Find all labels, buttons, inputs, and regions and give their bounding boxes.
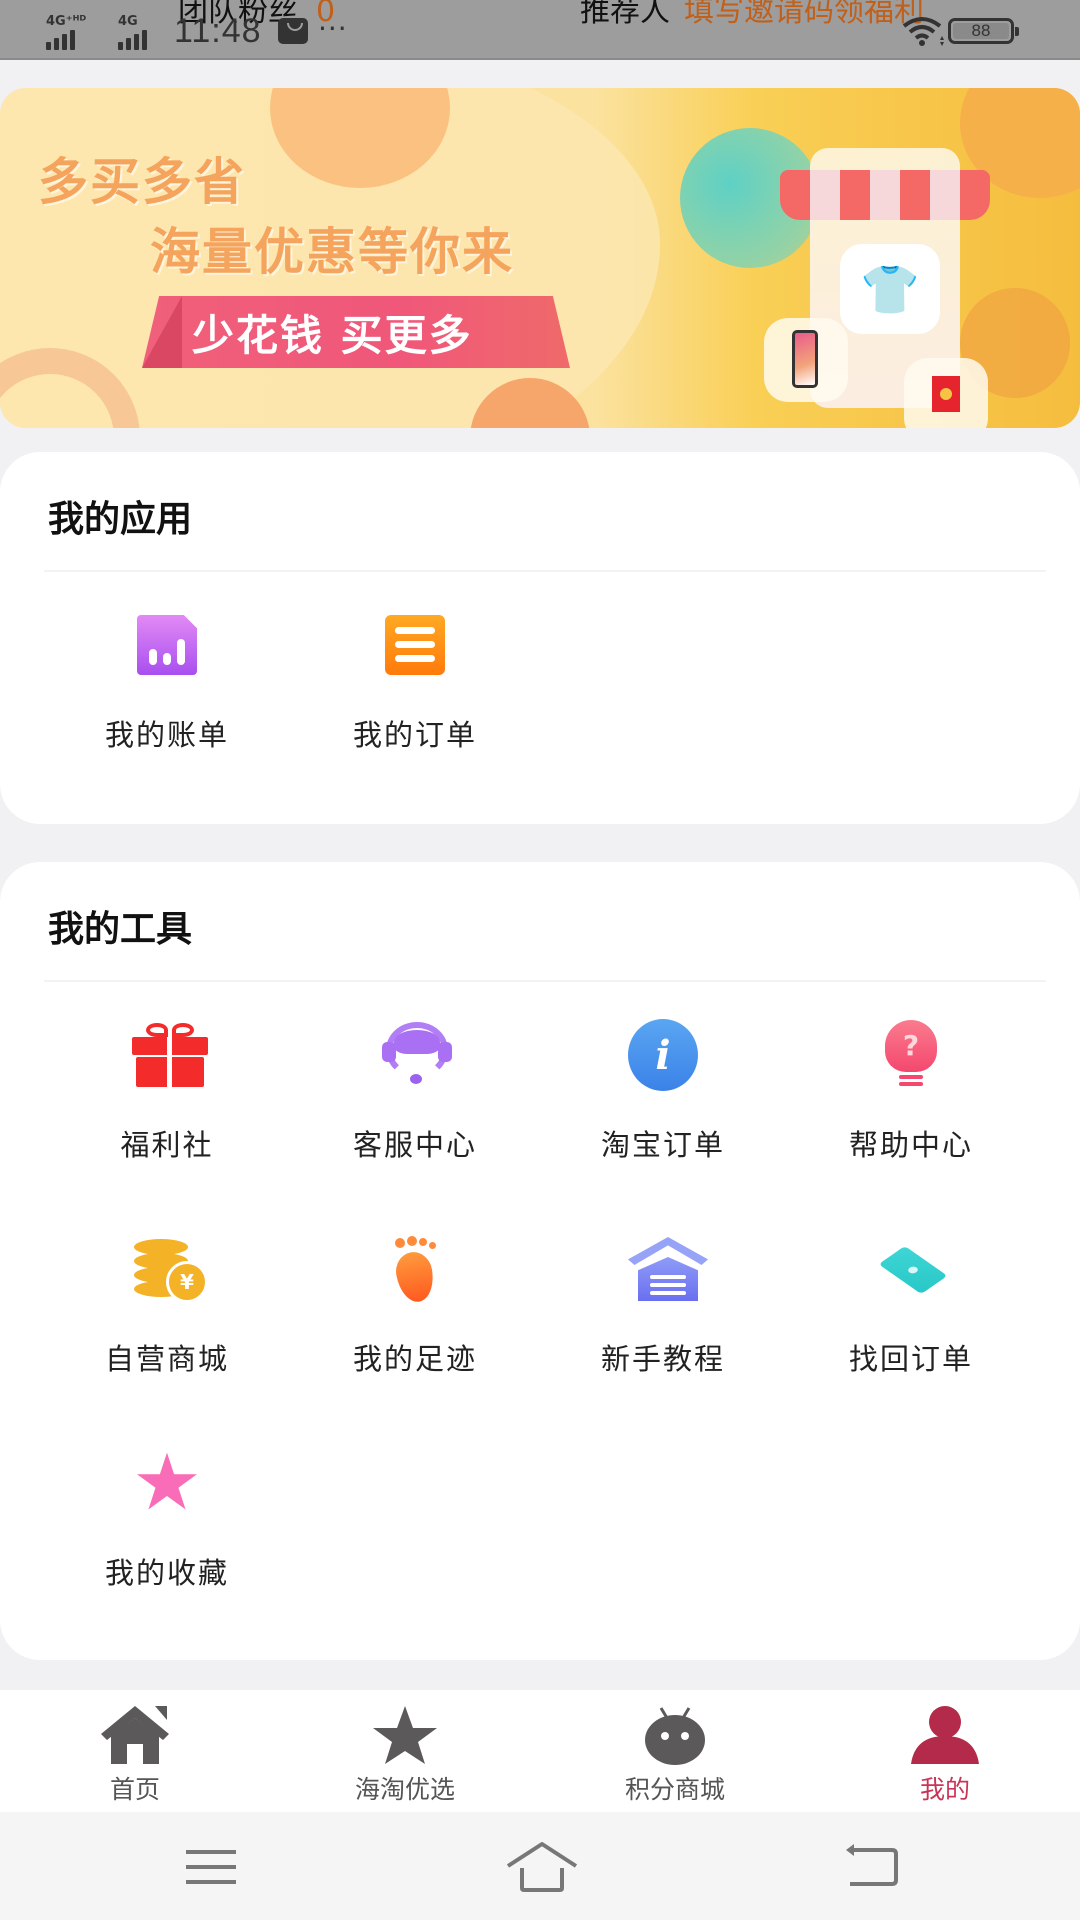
app-item-my-orders[interactable]: 我的订单 xyxy=(290,610,540,770)
section-title: 我的应用 xyxy=(48,499,193,540)
invite-code-link[interactable]: 填写邀请码领福利 xyxy=(684,0,924,29)
tool-item-label: 帮助中心 xyxy=(848,1128,973,1162)
app-item-my-bill[interactable]: 我的账单 xyxy=(42,610,292,770)
signal1-label: 4G⁺ᴴᴰ xyxy=(46,14,87,29)
tool-item-footprint[interactable]: 我的足迹 xyxy=(290,1234,540,1394)
order-list-icon xyxy=(380,610,450,680)
battery-icon: 88 xyxy=(948,18,1019,44)
bottom-tab-bar: 首页 海淘优选 积分商城 我的 xyxy=(0,1690,1080,1812)
signal2-label: 4G xyxy=(118,14,138,29)
phone-icon xyxy=(764,318,848,402)
compass-icon xyxy=(876,1234,948,1304)
tool-item-label: 淘宝订单 xyxy=(600,1128,725,1162)
tool-item-favorites[interactable]: ★ 我的收藏 xyxy=(42,1438,292,1608)
app-item-label: 我的订单 xyxy=(352,718,477,752)
tab-mine[interactable]: 我的 xyxy=(810,1690,1080,1812)
red-envelope-icon xyxy=(904,358,988,428)
tool-item-label: 自营商城 xyxy=(104,1342,229,1376)
tool-item-label: 新手教程 xyxy=(600,1342,725,1376)
coins-yen-icon: ¥ xyxy=(132,1234,208,1304)
back-icon[interactable] xyxy=(832,1840,912,1894)
banner-headline: 多买多省 xyxy=(38,153,246,211)
clock: 11:48 xyxy=(174,12,262,50)
promo-banner[interactable]: 多买多省 海量优惠等你来 少花钱 买更多 👕 xyxy=(0,88,1080,428)
gift-icon xyxy=(132,1020,208,1090)
tool-item-label: 我的足迹 xyxy=(352,1342,477,1376)
tool-item-label: 我的收藏 xyxy=(104,1556,229,1590)
more-notifications-icon: ··· xyxy=(318,12,348,45)
bill-chart-icon xyxy=(132,610,202,680)
my-apps-card: 我的应用 我的账单 我的订单 xyxy=(0,452,1080,824)
tab-label: 海淘优选 xyxy=(354,1775,455,1804)
divider xyxy=(44,570,1046,572)
tool-item-self-mall[interactable]: ¥ 自营商城 xyxy=(42,1234,292,1394)
shirt-icon: 👕 xyxy=(840,244,940,334)
tool-item-tutorial[interactable]: 新手教程 xyxy=(538,1234,788,1394)
battery-level: 88 xyxy=(971,21,991,40)
help-bulb-icon: ? xyxy=(876,1020,946,1090)
banner-subheadline: 海量优惠等你来 xyxy=(150,223,514,281)
section-title: 我的工具 xyxy=(48,909,193,950)
tool-item-recover-order[interactable]: 找回订单 xyxy=(786,1234,1036,1394)
tool-item-label: 客服中心 xyxy=(352,1128,477,1162)
headset-icon xyxy=(380,1020,452,1090)
tool-item-label: 找回订单 xyxy=(848,1342,973,1376)
star-icon xyxy=(373,1706,437,1764)
tool-item-customer-service[interactable]: 客服中心 xyxy=(290,1020,540,1180)
home-outline-icon[interactable] xyxy=(502,1840,582,1894)
tool-item-help-center[interactable]: ? 帮助中心 xyxy=(786,1020,1036,1180)
tool-item-taobao-orders[interactable]: i 淘宝订单 xyxy=(538,1019,788,1180)
wifi-icon xyxy=(902,17,944,46)
app-item-label: 我的账单 xyxy=(104,718,229,752)
house-icon xyxy=(628,1234,708,1304)
tool-item-label: 福利社 xyxy=(120,1128,214,1162)
home-icon xyxy=(101,1706,169,1764)
star-icon: ★ xyxy=(132,1438,202,1528)
info-icon: i xyxy=(628,1019,698,1091)
system-nav-bar xyxy=(0,1812,1080,1920)
awning-icon xyxy=(780,170,990,220)
android-icon xyxy=(645,1707,705,1765)
divider xyxy=(44,980,1046,982)
storefront-illustration: 👕 xyxy=(764,148,1020,428)
status-bar: 团队粉丝 0 推荐人 填写邀请码领福利 4G⁺ᴴᴰ 4G 11:48 ··· 88 xyxy=(0,0,1080,60)
tab-points-mall[interactable]: 积分商城 xyxy=(540,1690,810,1812)
banner-ribbon-text: 少花钱 买更多 xyxy=(192,311,473,360)
menu-icon[interactable] xyxy=(172,1840,252,1894)
tab-home[interactable]: 首页 xyxy=(0,1690,270,1812)
footprint-icon xyxy=(380,1234,450,1305)
my-tools-card: 我的工具 福利社 客服中心 i 淘宝订单 ? 帮助中心 ¥ 自营商城 我的足迹 … xyxy=(0,862,1080,1660)
tab-label: 首页 xyxy=(109,1775,160,1804)
tool-item-welfare[interactable]: 福利社 xyxy=(42,1020,292,1180)
referrer-text: 推荐人 xyxy=(580,0,670,29)
referrer-label-obscured: 推荐人 填写邀请码领福利 xyxy=(580,0,924,30)
shopping-bag-notification-icon xyxy=(278,18,308,44)
tab-label: 积分商城 xyxy=(624,1775,725,1804)
tab-overseas-picks[interactable]: 海淘优选 xyxy=(270,1690,540,1812)
tab-label: 我的 xyxy=(919,1775,970,1804)
user-icon xyxy=(911,1706,979,1764)
